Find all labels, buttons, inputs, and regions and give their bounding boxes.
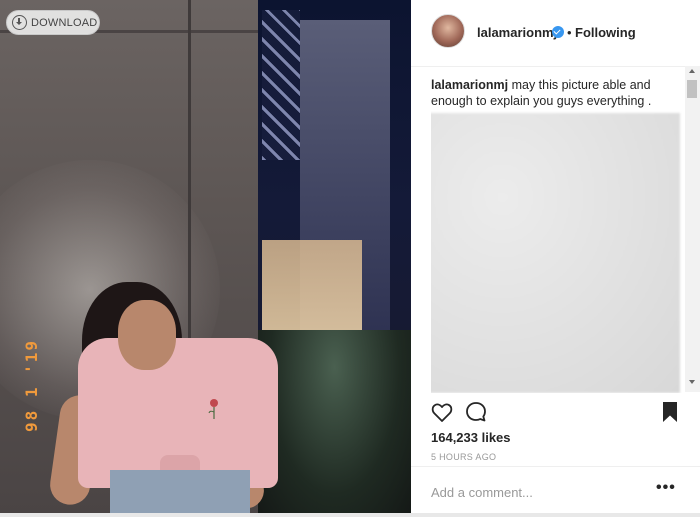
separator-dot: • xyxy=(567,25,572,40)
likes-count[interactable]: 164,233 likes xyxy=(431,430,511,445)
scroll-up-arrow-icon[interactable] xyxy=(689,69,695,73)
verified-badge-icon xyxy=(552,26,564,38)
post-photo: 98 1 '19 DOWNLOAD xyxy=(0,0,411,517)
more-options-icon[interactable]: ••• xyxy=(656,479,676,497)
heart-icon[interactable] xyxy=(430,400,454,424)
photo-plants xyxy=(258,330,411,517)
post-caption: lalamarionmj may this picture able and e… xyxy=(431,77,683,109)
following-button[interactable]: Following xyxy=(575,25,636,40)
post-actions xyxy=(411,396,700,426)
rose-embroidery-icon xyxy=(208,399,218,419)
download-label: DOWNLOAD xyxy=(31,16,98,29)
photo-person-face xyxy=(118,300,176,370)
download-button[interactable]: DOWNLOAD xyxy=(6,10,100,35)
bookmark-icon[interactable] xyxy=(658,400,682,424)
scroll-down-arrow-icon[interactable] xyxy=(689,380,695,384)
window-bottom-edge xyxy=(0,513,700,517)
post-sidebar: lalamarionmj • Following lalamarionmj ma… xyxy=(411,0,700,517)
blurred-comments xyxy=(431,113,680,393)
photo-date-stamp: 98 1 '19 xyxy=(22,338,41,432)
post-timestamp[interactable]: 5 HOURS AGO xyxy=(431,452,496,462)
post-header: lalamarionmj • Following xyxy=(411,0,700,67)
caption-username[interactable]: lalamarionmj xyxy=(431,78,508,92)
username-link[interactable]: lalamarionmj xyxy=(477,25,557,40)
photo-building-lattice xyxy=(262,10,300,160)
scroll-thumb[interactable] xyxy=(687,80,697,98)
comments-section: lalamarionmj may this picture able and e… xyxy=(431,77,683,393)
comment-icon[interactable] xyxy=(464,400,488,424)
photo-person-jeans xyxy=(110,470,250,517)
add-comment-bar: ••• xyxy=(411,466,700,518)
avatar[interactable] xyxy=(431,14,465,48)
photo-building-lobby xyxy=(262,240,362,330)
comments-scrollbar[interactable] xyxy=(685,66,700,392)
download-icon xyxy=(12,15,27,30)
comment-input[interactable] xyxy=(431,485,641,500)
